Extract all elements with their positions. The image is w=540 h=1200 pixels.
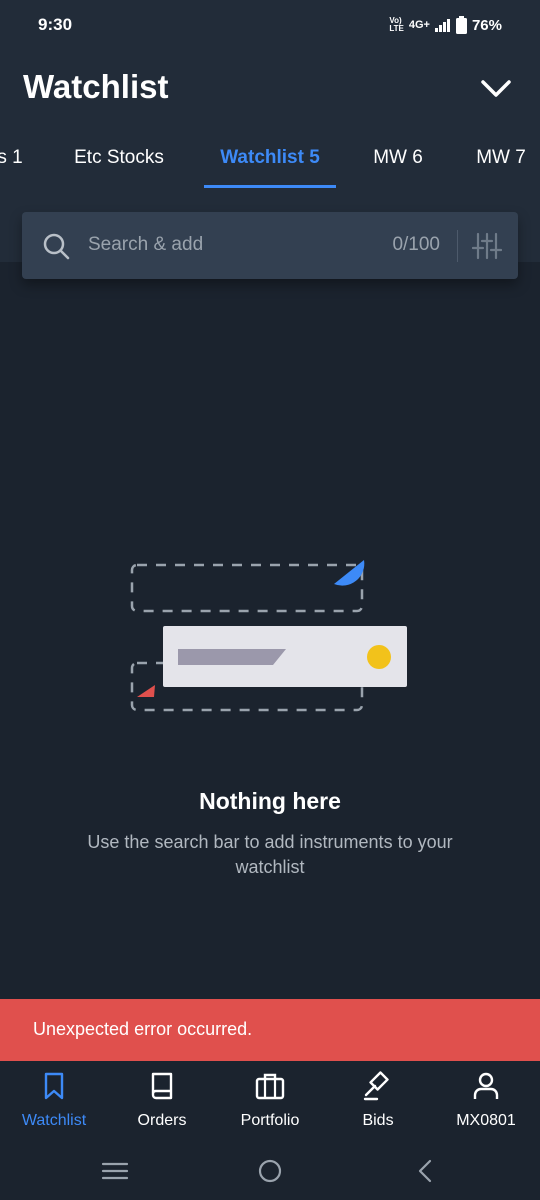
user-icon bbox=[473, 1072, 499, 1099]
briefcase-icon bbox=[255, 1073, 285, 1100]
volte-indicator: Vo) LTE bbox=[389, 16, 404, 33]
nav-label-portfolio: Portfolio bbox=[240, 1112, 300, 1129]
tab-watchlist-5[interactable]: Watchlist 5 bbox=[204, 128, 336, 188]
gavel-icon bbox=[363, 1071, 389, 1101]
search-bar[interactable]: Search & add 0/100 bbox=[22, 212, 518, 279]
nav-bids[interactable]: Bids bbox=[324, 1061, 432, 1141]
search-input[interactable]: Search & add bbox=[88, 234, 203, 256]
bookmark-icon bbox=[44, 1072, 64, 1100]
network-type: 4G+ bbox=[408, 19, 430, 31]
watchlist-count: 0/100 bbox=[392, 234, 440, 255]
empty-state-description: Use the search bar to add instruments to… bbox=[87, 832, 453, 877]
bottom-navigation: Watchlist Orders Portfolio Bids MX0801 bbox=[0, 1061, 540, 1141]
signal-icon bbox=[434, 19, 450, 32]
empty-watchlist-illustration bbox=[130, 560, 407, 712]
tab-mw-7[interactable]: MW 7 bbox=[466, 128, 536, 188]
tab-mw-6[interactable]: MW 6 bbox=[363, 128, 433, 188]
battery-icon bbox=[455, 16, 467, 34]
nav-label-bids: Bids bbox=[362, 1112, 394, 1129]
battery-percent: 76% bbox=[471, 16, 502, 34]
nav-portfolio[interactable]: Portfolio bbox=[216, 1061, 324, 1141]
recent-apps-icon[interactable] bbox=[100, 1159, 130, 1183]
nav-label-watchlist: Watchlist bbox=[21, 1112, 87, 1129]
tab-etc-stocks[interactable]: Etc Stocks bbox=[66, 128, 172, 188]
tab-watchlist-partial[interactable]: s 1 bbox=[0, 128, 24, 188]
nav-orders[interactable]: Orders bbox=[108, 1061, 216, 1141]
book-icon bbox=[151, 1072, 173, 1100]
search-divider bbox=[457, 230, 458, 262]
back-icon[interactable] bbox=[410, 1159, 440, 1183]
nav-label-profile: MX0801 bbox=[456, 1112, 516, 1129]
status-icons: Vo) LTE 4G+ 76% bbox=[389, 14, 502, 36]
page-title: Watchlist bbox=[23, 68, 169, 105]
nav-profile[interactable]: MX0801 bbox=[432, 1061, 540, 1141]
search-icon bbox=[43, 233, 70, 260]
active-tab-indicator bbox=[204, 185, 336, 188]
status-time: 9:30 bbox=[38, 15, 73, 34]
chevron-down-icon[interactable] bbox=[478, 73, 514, 103]
home-icon[interactable] bbox=[255, 1159, 285, 1183]
watchlist-tabs: s 1 Etc Stocks Watchlist 5 MW 6 MW 7 bbox=[0, 128, 540, 188]
status-bar: 9:30 Vo) LTE 4G+ 76% bbox=[0, 0, 540, 50]
filter-sliders-icon[interactable] bbox=[472, 232, 502, 260]
nav-label-orders: Orders bbox=[137, 1112, 187, 1129]
error-toast: Unexpected error occurred. bbox=[0, 999, 540, 1061]
system-navigation-bar bbox=[0, 1141, 540, 1200]
empty-state-title: Nothing here bbox=[199, 788, 341, 814]
error-message: Unexpected error occurred. bbox=[33, 1019, 253, 1039]
nav-watchlist[interactable]: Watchlist bbox=[0, 1061, 108, 1141]
